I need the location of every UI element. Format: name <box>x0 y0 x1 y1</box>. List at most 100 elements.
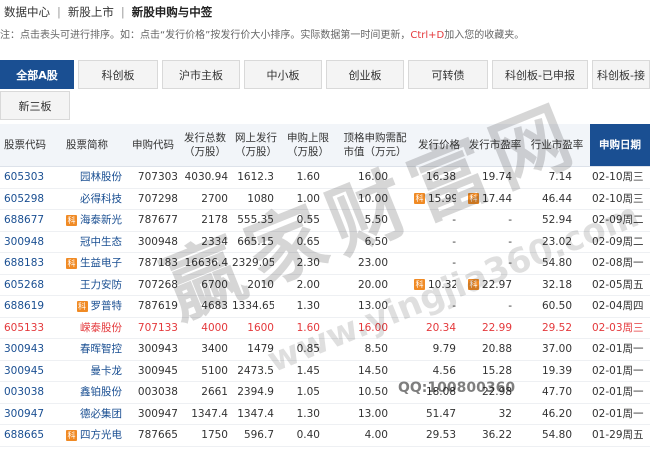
table-row[interactable]: 688619 科罗普特 787619 4683 1334.65 1.30 13.00- -60… <box>0 296 650 318</box>
cell-issue-pe: 科 17.44 <box>466 189 512 210</box>
col-issue-pe[interactable]: 发行市盈率 <box>466 124 524 166</box>
star-market-badge-icon: 科 <box>414 279 425 290</box>
cell-stock-name[interactable]: 科海泰新光 <box>52 210 122 231</box>
table-row[interactable]: 688183 科生益电子 787183 16636.4 2329.05 2.30 23.00… <box>0 253 650 275</box>
cell-stock-code[interactable]: 003038 <box>4 382 48 403</box>
cell-subscribe-date: 02-01周一 <box>592 343 644 355</box>
cell-subscribe-code: 300947 <box>137 407 178 420</box>
tab-convertible[interactable]: 可转债 <box>408 60 488 89</box>
cell-stock-code[interactable]: 688665 <box>4 425 48 446</box>
star-market-badge-icon: 科 <box>66 429 77 441</box>
star-market-badge-icon: 科 <box>76 300 88 312</box>
cell-online-shares: 596.7 <box>243 429 274 441</box>
cell-stock-name[interactable]: 德必集团 <box>52 404 122 425</box>
star-market-badge-icon: 科 <box>414 193 425 204</box>
table-row[interactable]: 688677 科海泰新光 787677 2178 555.35 0.55 5.50- -52.… <box>0 210 650 232</box>
cell-subscribe-date: 02-05周五 <box>592 278 644 291</box>
tab-sh-main[interactable]: 沪市主板 <box>162 60 240 89</box>
cell-stock-name[interactable]: 科罗普特 <box>52 296 122 317</box>
cell-stock-code[interactable]: 688183 <box>4 253 48 274</box>
tab-neeq[interactable]: 新三板 <box>0 91 70 120</box>
tab-star-accepted[interactable]: 科创板-接 <box>592 60 650 89</box>
cell-online-shares: 2010 <box>247 278 274 291</box>
cell-stock-code[interactable]: 688677 <box>4 210 48 231</box>
tab-star[interactable]: 科创板 <box>78 60 158 89</box>
col-stock-code[interactable]: 股票代码 <box>0 124 50 166</box>
col-issue-price[interactable]: 发行价格 <box>414 124 464 166</box>
cell-stock-name[interactable]: 冠中生态 <box>52 232 122 253</box>
col-online-shares[interactable]: 网上发行 （万股） <box>232 124 280 166</box>
col-subscribe-date[interactable]: 申购日期 <box>590 124 650 166</box>
table-row[interactable]: 605303 园林股份 707303 4030.94 1612.3 1.60 16.00 16… <box>0 167 650 189</box>
col-industry-pe[interactable]: 行业市盈率 <box>526 124 588 166</box>
cell-subscribe-limit: 0.85 <box>296 343 320 355</box>
cell-stock-name[interactable]: 鑫铂股份 <box>52 382 122 403</box>
cell-subscribe-code: 300943 <box>137 343 178 355</box>
table-row[interactable]: 605133 嵘泰股份 707133 4000 1600 1.60 16.00 20.34 22… <box>0 318 650 339</box>
cell-stock-name[interactable]: 科四方光电 <box>52 425 122 446</box>
cell-stock-code[interactable]: 605133 <box>4 318 48 339</box>
cell-industry-pe: 47.70 <box>541 386 572 398</box>
cell-subscribe-code: 300945 <box>137 364 178 377</box>
cell-subscribe-limit: 1.00 <box>296 192 320 205</box>
cell-stock-code[interactable]: 300943 <box>4 339 48 360</box>
table-row[interactable]: 605298 必得科技 707298 2700 1080 1.00 10.00 科 15.99 科… <box>0 189 650 210</box>
cell-required-market-value: 6.50 <box>364 235 388 248</box>
cell-stock-code[interactable]: 605298 <box>4 189 48 210</box>
cell-stock-name-text: 罗普特 <box>90 300 123 312</box>
table-row[interactable]: 300948 冠中生态 300948 2334 665.15 0.65 6.50- -23.0… <box>0 232 650 253</box>
cell-stock-name[interactable]: 王力安防 <box>52 275 122 296</box>
table-row[interactable]: 688665 科四方光电 787665 1750 596.7 0.40 4.00 29.53 3… <box>0 425 650 447</box>
cell-required-market-value: 8.50 <box>364 343 388 355</box>
cell-stock-code[interactable]: 605268 <box>4 275 48 296</box>
cell-issue-pe: 15.28 <box>481 364 512 377</box>
cell-subscribe-date: 02-10周三 <box>592 192 644 205</box>
cell-subscribe-code: 003038 <box>137 386 178 398</box>
cell-issue-price: 29.53 <box>425 429 456 441</box>
cell-subscribe-limit: 1.05 <box>296 386 320 398</box>
cell-issue-pe: - <box>508 214 512 226</box>
cell-issue-pe: 36.22 <box>481 429 512 441</box>
cell-stock-name[interactable]: 科生益电子 <box>52 253 122 274</box>
cell-stock-name[interactable]: 曼卡龙 <box>52 361 123 382</box>
cell-issue-pe: 19.74 <box>481 171 512 183</box>
cell-industry-pe: 37.00 <box>541 343 572 355</box>
breadcrumb-data-center[interactable]: 数据中心 <box>4 4 50 20</box>
col-required-market-value[interactable]: 顶格申购需配 市值（万元） <box>336 124 414 166</box>
col-stock-name[interactable]: 股票简称 <box>52 124 122 166</box>
cell-stock-name[interactable]: 嵘泰股份 <box>52 318 122 339</box>
table-row[interactable]: 003038 鑫铂股份 003038 2661 2394.9 1.05 10.50 18.08… <box>0 382 650 404</box>
col-subscribe-limit[interactable]: 申购上限 （万股） <box>282 124 334 166</box>
col-subscribe-code[interactable]: 申购代码 <box>124 124 182 166</box>
cell-stock-name-text: 海泰新光 <box>80 214 122 226</box>
tab-sme[interactable]: 中小板 <box>244 60 322 89</box>
cell-subscribe-limit: 1.45 <box>296 364 320 377</box>
cell-stock-name[interactable]: 必得科技 <box>52 189 122 210</box>
cell-stock-code[interactable]: 300945 <box>4 361 48 382</box>
cell-issue-pe: 22.98 <box>481 386 512 398</box>
cell-stock-name[interactable]: 春晖智控 <box>52 339 122 360</box>
cell-stock-code[interactable]: 300948 <box>4 232 48 253</box>
cell-stock-code[interactable]: 300947 <box>4 404 48 425</box>
tab-gem[interactable]: 创业板 <box>326 60 404 89</box>
table-row[interactable]: 300947 德必集团 300947 1347.4 1347.4 1.30 13.00 51.… <box>0 404 650 425</box>
breadcrumb-new-listing[interactable]: 新股上市 <box>68 4 114 20</box>
cell-subscribe-code: 787665 <box>137 429 178 441</box>
tab-star-filed[interactable]: 科创板-已申报 <box>492 60 588 89</box>
cell-issue-price: - <box>452 214 456 226</box>
cell-stock-code[interactable]: 605303 <box>4 167 48 188</box>
table-row[interactable]: 300945 曼卡龙 300945 5100 2473.5 1.45 14.50 4.56 15… <box>0 361 650 382</box>
table-row[interactable]: 300943 春晖智控 300943 3400 1479 0.85 8.50 9.79 20.8… <box>0 339 650 361</box>
star-market-badge-icon: 科 <box>66 257 77 269</box>
cell-stock-code[interactable]: 688619 <box>4 296 48 317</box>
cell-stock-name[interactable]: 园林股份 <box>52 167 122 188</box>
cell-industry-pe: 46.20 <box>541 407 572 420</box>
cell-total-shares: 2700 <box>201 192 228 205</box>
tab-all-a[interactable]: 全部A股 <box>0 60 74 89</box>
cell-total-shares: 5100 <box>201 364 228 377</box>
cell-total-shares: 16636.4 <box>184 257 228 269</box>
cell-industry-pe: 54.80 <box>541 257 572 269</box>
col-total-shares[interactable]: 发行总数 （万股） <box>180 124 230 166</box>
cell-issue-pe: 20.88 <box>481 343 512 355</box>
table-row[interactable]: 605268 王力安防 707268 6700 2010 2.00 20.00 科 10.32 科… <box>0 275 650 296</box>
